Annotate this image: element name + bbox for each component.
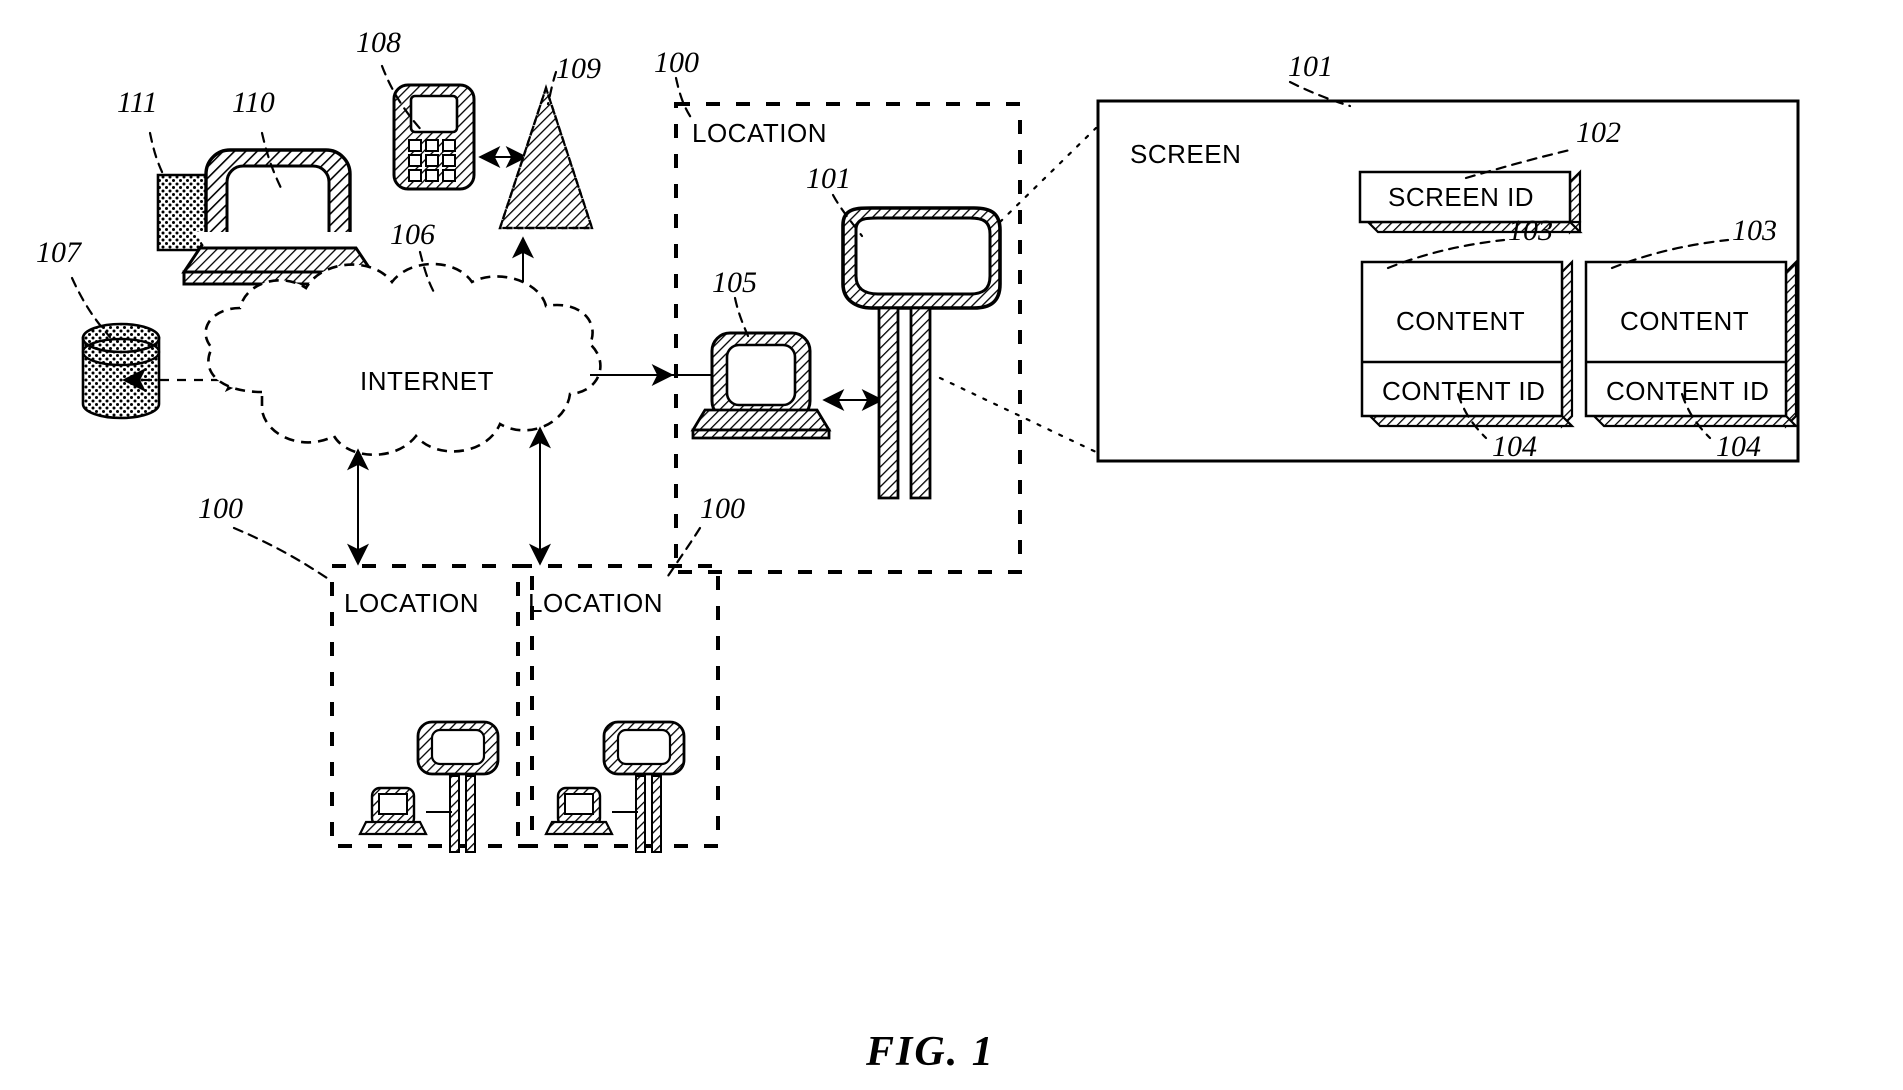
content-id-label-1: CONTENT ID (1382, 376, 1545, 406)
ref-106: 106 (390, 218, 435, 251)
ref-103-2: 103 (1732, 214, 1777, 247)
content-label-2: CONTENT (1620, 306, 1749, 336)
figure-canvas: 111 110 107 108 109 INTERNET 106 LOCATIO… (0, 0, 1903, 1090)
ref-108: 108 (356, 26, 401, 59)
content-id-label-2: CONTENT ID (1606, 376, 1769, 406)
ref-110: 110 (232, 86, 275, 119)
figure-caption: FIG. 1 (865, 1029, 995, 1075)
ref-111: 111 (117, 86, 158, 119)
screen-id-label: SCREEN ID (1388, 182, 1534, 212)
mobile-phone-108 (392, 83, 476, 191)
screen-panel-title: SCREEN (1130, 139, 1241, 169)
location-label-main: LOCATION (692, 118, 827, 148)
ref-109: 109 (556, 52, 601, 85)
admin-computer-110 (181, 148, 375, 286)
ref-107: 107 (36, 236, 83, 269)
ref-100-b: 100 (198, 492, 243, 525)
internet-label: INTERNET (360, 366, 494, 396)
content-block-2: CONTENT CONTENT ID (1584, 259, 1799, 429)
content-block-1: CONTENT CONTENT ID (1360, 259, 1575, 429)
ref-104-1: 104 (1492, 430, 1537, 463)
location-label-b: LOCATION (344, 588, 479, 618)
ref-103-1: 103 (1508, 214, 1553, 247)
location-computer-105 (690, 331, 832, 440)
ref-100-c: 100 (700, 492, 745, 525)
ref-101-panel: 101 (1288, 50, 1333, 83)
ref-105: 105 (712, 266, 757, 299)
location-label-c: LOCATION (528, 588, 663, 618)
content-label-1: CONTENT (1396, 306, 1525, 336)
ref-100-main: 100 (654, 46, 699, 79)
ref-101-billboard: 101 (806, 162, 851, 195)
database-107 (81, 322, 161, 420)
patent-figure-1: 111 110 107 108 109 INTERNET 106 LOCATIO… (0, 0, 1903, 1090)
ref-104-2: 104 (1716, 430, 1761, 463)
ref-102: 102 (1576, 116, 1621, 149)
